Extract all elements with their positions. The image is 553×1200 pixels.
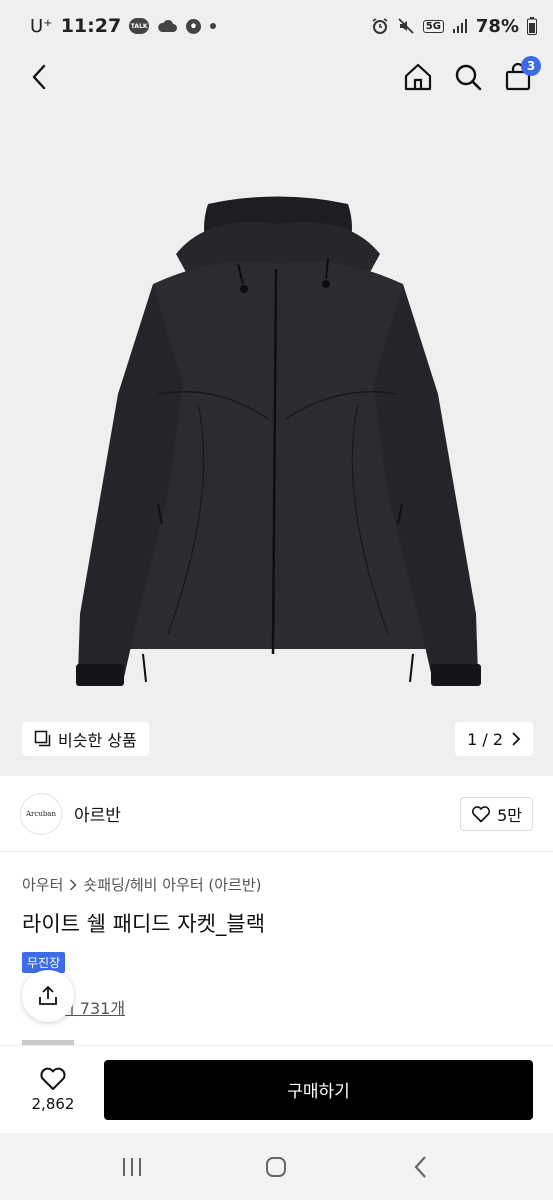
cloud-icon (157, 19, 178, 33)
wishlist-count: 2,862 (31, 1095, 75, 1113)
product-title: 라이트 쉘 패디드 자켓_블랙 (22, 912, 266, 936)
cart-count-badge: 3 (521, 56, 541, 76)
search-icon (455, 64, 482, 91)
brand-info[interactable]: Arcuban 아르반 (20, 792, 121, 835)
cart-button[interactable]: 3 (503, 56, 541, 92)
home-nav-button[interactable] (256, 1147, 296, 1187)
wishlist-button[interactable]: 2,862 (22, 1066, 84, 1113)
nav-actions: 3 (403, 56, 541, 92)
back-arrow-icon (32, 64, 46, 90)
category-parent-link[interactable]: 아우터 (22, 874, 63, 895)
home-button[interactable] (403, 62, 433, 92)
product-image-gallery[interactable]: 비슷한 상품 1 / 2 (0, 102, 553, 776)
chevron-right-icon (512, 732, 521, 746)
category-child-link[interactable]: 숏패딩/헤비 아우터 (아르반) (83, 874, 261, 895)
top-navigation: 3 (0, 52, 553, 102)
image-page-counter[interactable]: 1 / 2 (455, 722, 533, 756)
kakaotalk-icon: TALK (129, 18, 150, 34)
brand-like-count: 5만 (497, 805, 522, 825)
breadcrumb: 아우터 숏패딩/헤비 아우터 (아르반) (22, 874, 262, 895)
back-chevron-icon (414, 1155, 426, 1178)
share-button[interactable] (22, 970, 74, 1022)
share-icon (39, 986, 57, 1005)
copy-squares-icon (34, 730, 51, 747)
status-time: 11:27 (60, 15, 122, 37)
alarm-icon (371, 17, 389, 35)
buy-button[interactable]: 구매하기 (104, 1059, 533, 1120)
product-photo-black-jacket (76, 196, 481, 686)
carrier-label: U⁺ (30, 15, 53, 37)
battery-icon (527, 17, 537, 35)
heart-outline-icon (40, 1067, 66, 1090)
home-icon (404, 63, 432, 91)
status-right: 5G 78% (371, 16, 537, 37)
brand-name: 아르반 (74, 806, 121, 826)
back-button[interactable] (24, 62, 54, 92)
status-bar: U⁺ 11:27 TALK 5G 78% (0, 0, 553, 52)
android-navigation-bar (0, 1133, 553, 1200)
back-nav-button[interactable] (401, 1147, 441, 1187)
brand-like-button[interactable]: 5만 (460, 796, 533, 831)
brand-row: Arcuban 아르반 5만 (0, 776, 553, 852)
home-square-icon (266, 1156, 287, 1177)
status-left: U⁺ 11:27 TALK (30, 15, 217, 37)
chevron-right-icon (70, 878, 77, 891)
soccer-ball-icon (185, 18, 202, 35)
brand-logo: Arcuban (20, 792, 62, 835)
heart-outline-icon (472, 805, 491, 822)
search-button[interactable] (453, 62, 483, 92)
page-indicator-text: 1 / 2 (467, 729, 503, 749)
notification-dot-icon (210, 23, 217, 29)
battery-percentage: 78% (475, 15, 519, 37)
bottom-action-bar: 2,862 구매하기 (0, 1045, 553, 1133)
similar-products-label: 비슷한 상품 (58, 731, 137, 750)
recent-apps-icon (123, 1157, 142, 1176)
similar-products-button[interactable]: 비슷한 상품 (22, 722, 149, 756)
mute-icon (397, 17, 415, 35)
network-5g-icon: 5G (422, 19, 444, 33)
signal-icon (452, 18, 468, 34)
recent-apps-button[interactable] (112, 1147, 152, 1187)
